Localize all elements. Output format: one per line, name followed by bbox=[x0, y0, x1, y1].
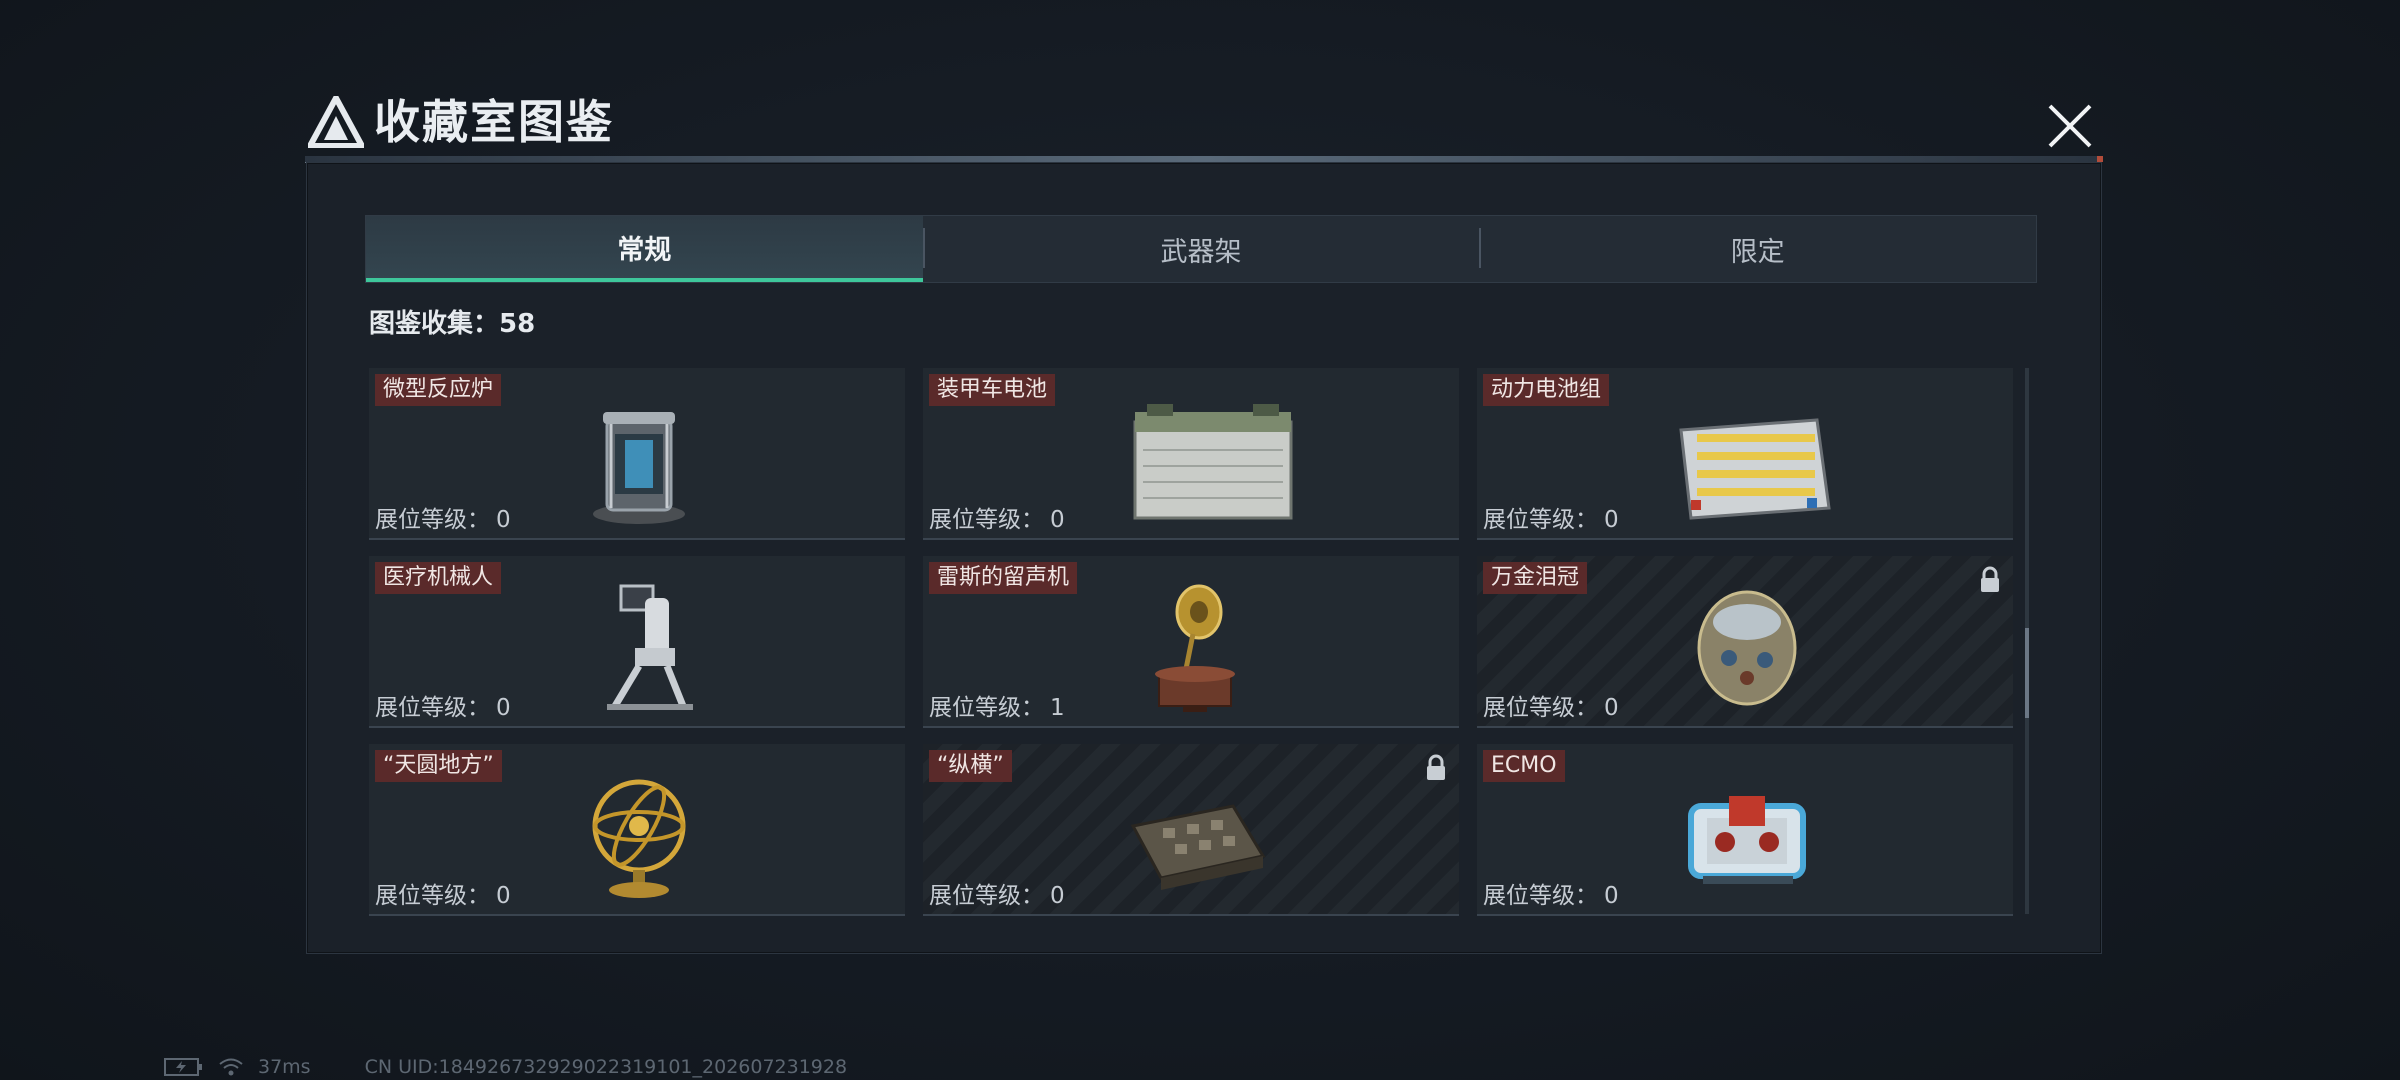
lock-icon bbox=[1981, 566, 1999, 592]
ping-value: 37ms bbox=[258, 1056, 311, 1078]
item-name: 雷斯的留声机 bbox=[929, 562, 1078, 594]
item-name: 微型反应炉 bbox=[375, 374, 502, 406]
item-name: “天圆地方” bbox=[375, 750, 502, 782]
booth-level: 展位等级： 0 bbox=[929, 507, 1065, 533]
booth-level: 展位等级： 0 bbox=[1483, 507, 1619, 533]
grid-scrollbar[interactable] bbox=[2025, 368, 2029, 914]
booth-level: 展位等级： 1 bbox=[929, 695, 1065, 721]
booth-level: 展位等级： 0 bbox=[929, 883, 1065, 909]
collection-count: 图鉴收集：58 bbox=[369, 309, 536, 339]
page-title: 收藏室图鉴 bbox=[374, 95, 614, 149]
tab-weapon-rack[interactable]: 武器架 bbox=[922, 216, 1480, 282]
item-name: ECMO bbox=[1483, 750, 1565, 782]
battery-charging-icon bbox=[164, 1058, 202, 1076]
header: 收藏室图鉴 bbox=[308, 92, 2098, 162]
tab-regular[interactable]: 常规 bbox=[366, 216, 923, 282]
item-card-locked[interactable]: “纵横” 展位等级： 0 bbox=[923, 744, 1459, 916]
item-card[interactable]: 医疗机械人 展位等级： 0 bbox=[369, 556, 905, 728]
medical-robot-icon bbox=[607, 584, 693, 710]
item-name: “纵横” bbox=[929, 750, 1012, 782]
booth-level: 展位等级： 0 bbox=[375, 507, 511, 533]
gramophone-icon bbox=[1155, 584, 1235, 712]
item-card[interactable]: 雷斯的留声机 展位等级： 1 bbox=[923, 556, 1459, 728]
user-uid: CN UID:18492673292902231910​1_2026072319… bbox=[364, 1056, 848, 1078]
booth-level: 展位等级： 0 bbox=[375, 695, 511, 721]
item-card[interactable]: 装甲车电池 展位等级： 0 bbox=[923, 368, 1459, 540]
item-card[interactable]: 微型反应炉 展位等级： 0 bbox=[369, 368, 905, 540]
jeweled-egg-icon bbox=[1697, 590, 1797, 706]
delta-logo-icon bbox=[308, 96, 364, 148]
item-name: 装甲车电池 bbox=[929, 374, 1056, 406]
armored-battery-icon bbox=[1133, 404, 1293, 520]
booth-level: 展位等级： 0 bbox=[375, 883, 511, 909]
armillary-sphere-icon bbox=[592, 779, 686, 898]
status-bar: 37ms CN UID:18492673292902231910​1_20260… bbox=[164, 1054, 847, 1080]
micro-reactor-icon bbox=[593, 412, 685, 524]
lock-icon bbox=[1427, 754, 1445, 780]
item-card[interactable]: “天圆地方” 展位等级： 0 bbox=[369, 744, 905, 916]
item-card[interactable]: 动力电池组 展位等级： 0 bbox=[1477, 368, 2013, 540]
collection-panel: 常规 武器架 限定 图鉴收集：58 微型反应炉 展位等级： 0 装甲车电池 展位… bbox=[306, 162, 2102, 954]
item-grid: 微型反应炉 展位等级： 0 装甲车电池 展位等级： 0 动力电池组 展位等级： … bbox=[369, 368, 2015, 916]
chess-board-icon bbox=[1130, 804, 1266, 890]
item-name: 万金泪冠 bbox=[1483, 562, 1588, 594]
item-name: 医疗机械人 bbox=[375, 562, 502, 594]
item-name: 动力电池组 bbox=[1483, 374, 1610, 406]
wifi-icon bbox=[219, 1058, 243, 1076]
item-card[interactable]: ECMO 展位等级： 0 bbox=[1477, 744, 2013, 916]
power-battery-pack-icon bbox=[1679, 418, 1831, 520]
scrollbar-thumb[interactable] bbox=[2025, 628, 2029, 718]
booth-level: 展位等级： 0 bbox=[1483, 883, 1619, 909]
item-card-locked[interactable]: 万金泪冠 展位等级： 0 bbox=[1477, 556, 2013, 728]
tab-limited[interactable]: 限定 bbox=[1479, 216, 2036, 282]
booth-level: 展位等级： 0 bbox=[1483, 695, 1619, 721]
tab-bar: 常规 武器架 限定 bbox=[365, 215, 2037, 283]
close-icon[interactable] bbox=[2042, 98, 2098, 154]
ecmo-machine-icon bbox=[1688, 796, 1806, 884]
